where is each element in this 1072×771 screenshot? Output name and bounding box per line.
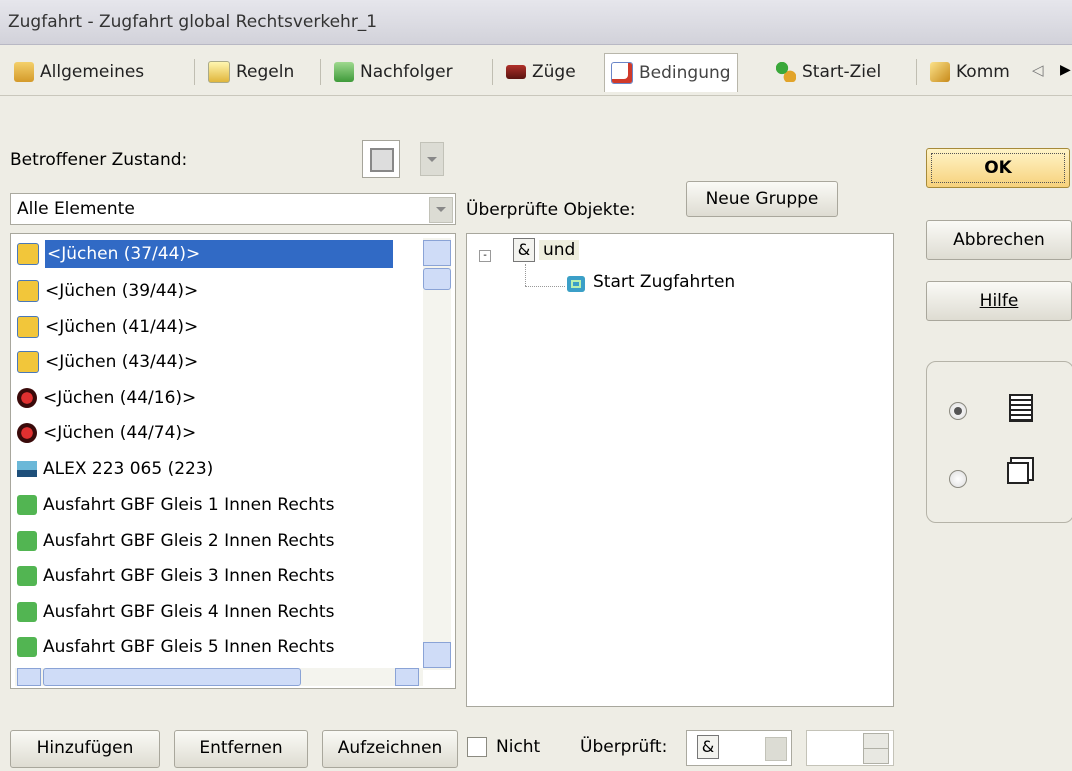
tab-scroll-right-icon[interactable]: ▶ (1060, 62, 1071, 78)
help-button[interactable]: Hilfe (926, 281, 1072, 321)
scroll-right-icon[interactable] (395, 668, 419, 686)
tile-view-icon (1007, 462, 1029, 484)
signal-yellow-icon (17, 280, 39, 302)
exit-arrow-icon (17, 566, 37, 586)
exit-arrow-icon (17, 531, 37, 551)
exit-arrow-icon (17, 495, 37, 515)
list-view-icon (1009, 394, 1033, 422)
successor-icon (334, 62, 354, 82)
exit-arrow-icon (17, 602, 37, 622)
signal-yellow-icon (17, 243, 39, 265)
scroll-h-thumb[interactable] (43, 668, 301, 686)
start-goal-icon (776, 62, 796, 82)
operator-value: & (697, 735, 719, 759)
tab-bedingung[interactable]: Bedingung (604, 53, 738, 92)
title-bar: Zugfahrt - Zugfahrt global Rechtsverkehr… (0, 0, 1072, 45)
scroll-left-icon[interactable] (17, 668, 41, 686)
signal-red-icon (17, 388, 37, 408)
chevron-down-icon[interactable] (765, 737, 787, 761)
scroll-down-icon[interactable] (423, 642, 451, 668)
tab-regeln[interactable]: Regeln (208, 55, 294, 89)
general-icon (14, 62, 34, 82)
collapse-icon[interactable]: - (479, 250, 491, 262)
view-mode-group (926, 361, 1072, 523)
condition-tree[interactable]: - & und Start Zugfahrten (466, 233, 894, 707)
not-checkbox[interactable] (467, 737, 487, 757)
signal-yellow-icon (17, 316, 39, 338)
tab-bar: Allgemeines Regeln Nachfolger Züge Bedin… (0, 45, 1072, 96)
tab-allgemeines[interactable]: Allgemeines (14, 55, 144, 89)
tab-zuege[interactable]: Züge (506, 55, 576, 89)
window-title: Zugfahrt - Zugfahrt global Rechtsverkehr… (8, 12, 378, 32)
state-type-icon (370, 148, 394, 172)
signal-yellow-icon (17, 351, 39, 373)
tab-separator (916, 59, 917, 85)
list-item[interactable]: <Jüchen (44/16)> (17, 383, 196, 413)
list-item[interactable]: <Jüchen (39/44)> (17, 276, 198, 306)
locomotive-icon (17, 461, 37, 477)
cancel-button[interactable]: Abbrechen (926, 220, 1072, 260)
tab-separator (492, 59, 493, 85)
record-button[interactable]: Aufzeichnen (322, 730, 458, 768)
state-type-dropdown[interactable] (420, 142, 444, 176)
tree-child-label[interactable]: Start Zugfahrten (593, 272, 735, 292)
checked-label: Überprüft: (580, 737, 668, 757)
tab-separator (320, 59, 321, 85)
tree-line (525, 264, 527, 286)
tab-nachfolger[interactable]: Nachfolger (334, 55, 453, 89)
new-group-button[interactable]: Neue Gruppe (686, 181, 838, 217)
list-item[interactable]: Ausfahrt GBF Gleis 2 Innen Rechts (17, 526, 334, 556)
horizontal-scrollbar[interactable] (15, 668, 423, 686)
vertical-scrollbar[interactable] (423, 238, 451, 670)
ok-button[interactable]: OK (926, 148, 1070, 188)
exit-arrow-icon (17, 637, 37, 657)
list-item[interactable]: Ausfahrt GBF Gleis 1 Innen Rechts (17, 490, 334, 520)
remove-button[interactable]: Entfernen (174, 730, 308, 768)
and-operator-icon: & (513, 238, 535, 262)
tree-root-label[interactable]: und (539, 240, 580, 260)
tab-komm[interactable]: Komm (930, 55, 1010, 89)
trip-start-icon (567, 276, 585, 292)
list-item[interactable]: Ausfahrt GBF Gleis 3 Innen Rechts (17, 561, 334, 591)
list-item[interactable]: Ausfahrt GBF Gleis 5 Innen Rechts (17, 632, 334, 662)
trains-icon (506, 65, 526, 79)
list-item[interactable]: ALEX 223 065 (223) (17, 454, 213, 484)
tab-start-ziel[interactable]: Start-Ziel (776, 55, 881, 89)
add-button[interactable]: Hinzufügen (10, 730, 160, 768)
chevron-down-icon (427, 157, 437, 162)
tab-separator (194, 59, 195, 85)
tab-scroll-left-icon[interactable]: ◁ (1032, 61, 1044, 79)
spinner-up-icon[interactable] (863, 733, 889, 749)
signal-red-icon (17, 423, 37, 443)
tree-line (525, 286, 565, 288)
list-item[interactable]: Ausfahrt GBF Gleis 4 Innen Rechts (17, 597, 334, 627)
list-item[interactable]: <Jüchen (44/74)> (17, 418, 196, 448)
state-label: Betroffener Zustand: (10, 150, 188, 170)
checked-operator-select[interactable]: & (686, 730, 792, 766)
comment-icon (930, 62, 950, 82)
rules-icon (208, 61, 230, 83)
not-label: Nicht (496, 737, 541, 757)
checked-objects-label: Überprüfte Objekte: (466, 200, 636, 220)
scroll-thumb[interactable] (423, 268, 451, 290)
tile-view-radio[interactable] (949, 470, 967, 488)
list-item[interactable]: <Jüchen (37/44)> (17, 239, 393, 269)
spinner-down-icon[interactable] (863, 748, 889, 764)
condition-icon (611, 62, 633, 84)
element-filter-select[interactable]: Alle Elemente (10, 193, 456, 225)
scroll-up-icon[interactable] (423, 240, 451, 266)
list-item[interactable]: <Jüchen (43/44)> (17, 347, 198, 377)
state-type-button[interactable] (362, 140, 400, 178)
list-view-radio[interactable] (949, 402, 967, 420)
element-list[interactable]: <Jüchen (37/44)> <Jüchen (39/44)> <Jüche… (10, 233, 456, 689)
count-spinner[interactable] (806, 730, 894, 766)
list-item[interactable]: <Jüchen (41/44)> (17, 312, 198, 342)
chevron-down-icon[interactable] (429, 197, 453, 223)
